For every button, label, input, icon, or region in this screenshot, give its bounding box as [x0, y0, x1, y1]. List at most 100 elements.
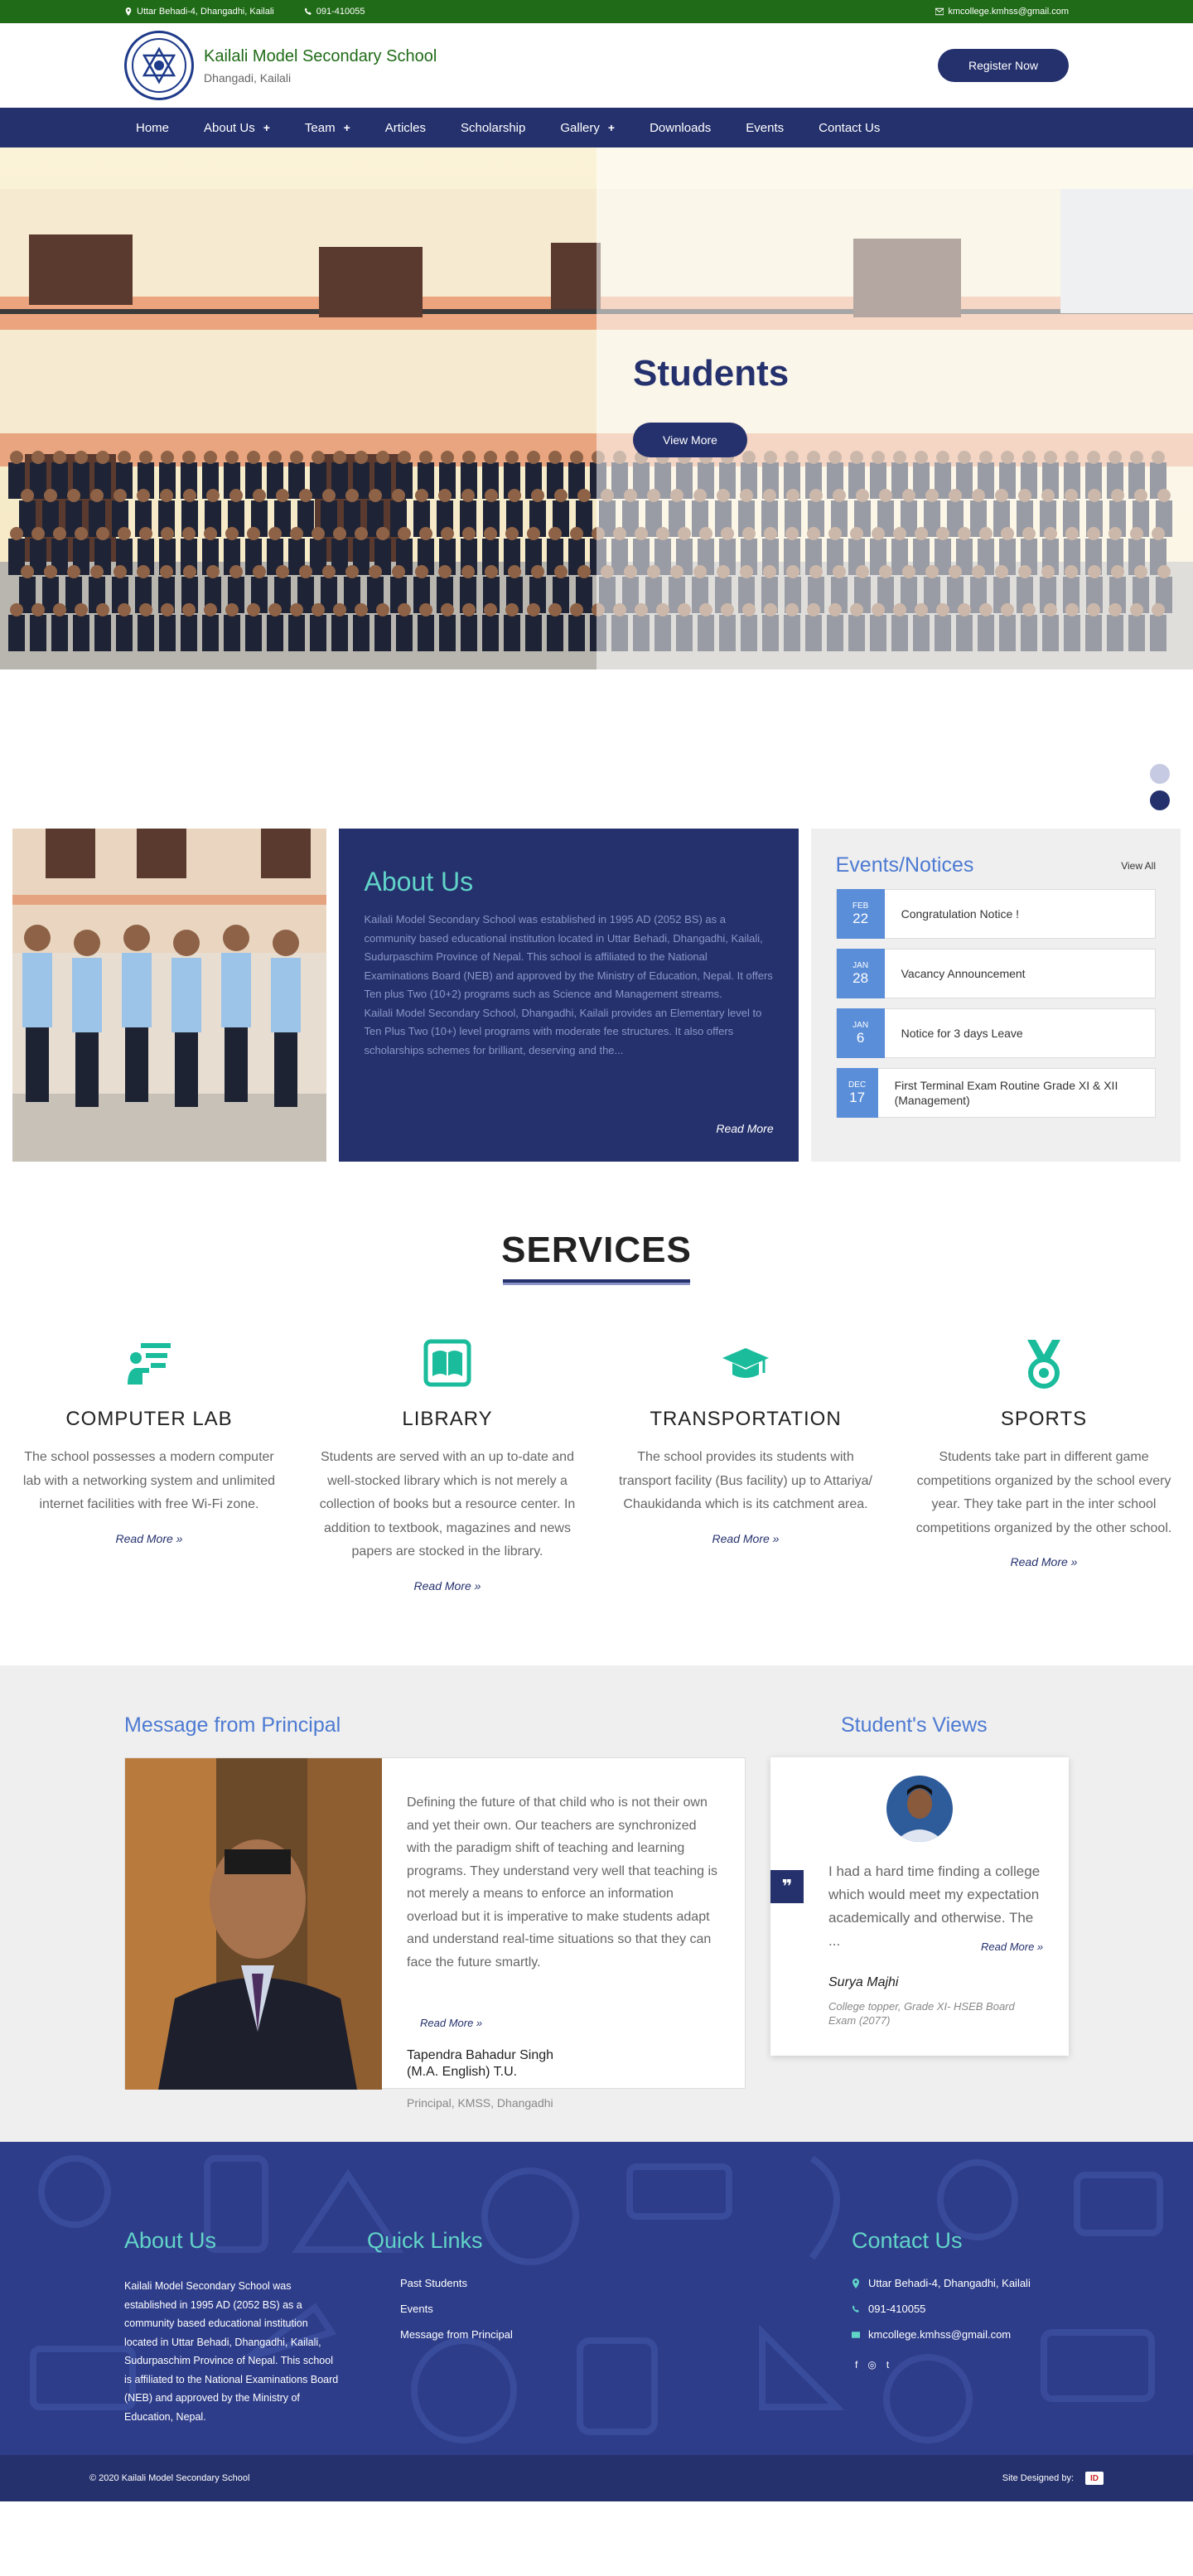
about-read-more-link[interactable]: Read More	[716, 1122, 773, 1135]
site-footer: About Us Kailali Model Secondary School …	[0, 2142, 1193, 2501]
student-view-read-more-link[interactable]: Read More »	[981, 1940, 1043, 1953]
event-date: FEB 22	[836, 889, 885, 939]
nav-item-articles[interactable]: Articles	[368, 121, 443, 135]
principal-card: Defining the future of that child who is…	[124, 1757, 746, 2110]
twitter-icon[interactable]: t	[886, 2359, 889, 2371]
principal-heading: Message from Principal	[124, 1713, 341, 1737]
library-icon	[315, 1335, 580, 1391]
facebook-icon[interactable]: f	[855, 2359, 857, 2371]
slider-dot-2[interactable]	[1150, 790, 1170, 810]
services-underline	[503, 1279, 690, 1285]
plus-icon: +	[607, 121, 616, 134]
footer-about-title: About Us	[124, 2228, 217, 2253]
topbar-email[interactable]: kmcollege.kmhss@gmail.com	[935, 7, 1069, 17]
service-computer-lab: COMPUTER LAB The school possesses a moder…	[0, 1335, 298, 1592]
principal-photo	[125, 1758, 382, 2090]
quick-link[interactable]: Events	[400, 2303, 582, 2315]
service-description: The school possesses a modern computer l…	[22, 1450, 276, 1511]
nav-item-gallery[interactable]: Gallery +	[543, 121, 632, 135]
services-section: SERVICES COMPUTER LAB The school possesse…	[0, 1162, 1193, 1665]
event-title: Vacancy Announcement	[901, 967, 1026, 980]
quote-icon: ❞	[770, 1870, 804, 1903]
student-view-card: ❞ I had a hard time finding a college wh…	[770, 1757, 1069, 2056]
envelope-icon	[852, 2331, 860, 2338]
transportation-icon	[613, 1335, 878, 1391]
plus-icon: +	[343, 121, 350, 134]
nav-item-home[interactable]: Home	[124, 121, 186, 135]
location-pin-icon	[125, 7, 132, 16]
slider-dot-1[interactable]	[1150, 764, 1170, 784]
event-title: Notice for 3 days Leave	[901, 1027, 1023, 1040]
location-pin-icon	[852, 2278, 859, 2288]
service-read-more-link[interactable]: Read More »	[17, 1532, 282, 1545]
services-title: SERVICES	[501, 1230, 692, 1270]
footer-bottom-bar: © 2020 Kailali Model Secondary School Si…	[0, 2455, 1193, 2501]
event-month: DEC	[848, 1080, 867, 1090]
plus-icon: +	[263, 121, 270, 134]
footer-contact: Contact Us Uttar Behadi-4, Dhangadhi, Ka…	[852, 2228, 1100, 2371]
event-day: 17	[849, 1089, 866, 1105]
nav-item-downloads[interactable]: Downloads	[632, 121, 728, 135]
principal-role: Principal, KMSS, Dhangadhi	[407, 2096, 553, 2110]
service-read-more-link[interactable]: Read More »	[613, 1532, 878, 1545]
nav-item-contact-us[interactable]: Contact Us	[801, 121, 897, 135]
main-nav: Home About Us + Team + Articles Scholarship Gal…	[0, 108, 1193, 147]
event-day: 6	[856, 1029, 865, 1046]
service-description: Students are served with an up to-date a…	[319, 1450, 576, 1559]
events-title: Events/Notices	[835, 853, 974, 877]
about-us-paragraph-2: Kailali Model Secondary School, Dhangadh…	[364, 1006, 762, 1056]
school-logo[interactable]	[124, 31, 194, 100]
event-title: Congratulation Notice !	[901, 907, 1020, 921]
service-read-more-link[interactable]: Read More »	[315, 1579, 580, 1592]
site-designer: Site Designed by: ID	[1002, 2472, 1104, 2485]
service-description: The school provides its students with tr…	[619, 1450, 872, 1511]
nav-item-team[interactable]: Team +	[287, 121, 368, 135]
avatar	[886, 1776, 953, 1842]
event-item[interactable]: FEB 22 Congratulation Notice !	[835, 889, 1157, 939]
quick-link[interactable]: Message from Principal	[400, 2328, 582, 2341]
footer-phone[interactable]: 091-410055	[852, 2303, 1100, 2315]
about-students-photo	[12, 829, 327, 1162]
event-date: JAN 6	[836, 1008, 885, 1058]
designer-logo[interactable]: ID	[1085, 2472, 1104, 2485]
footer-about: About Us Kailali Model Secondary School …	[124, 2228, 340, 2426]
phone-icon	[304, 7, 312, 15]
event-month: JAN	[852, 1020, 869, 1030]
hero-title: Students	[633, 353, 790, 394]
event-date: JAN 28	[836, 949, 885, 998]
about-us-paragraph-1: Kailali Model Secondary School was estab…	[364, 913, 773, 1000]
nav-item-events[interactable]: Events	[728, 121, 801, 135]
school-name[interactable]: Kailali Model Secondary School	[204, 47, 437, 66]
student-role: College topper, Grade XI- HSEB Board Exa…	[828, 2000, 1015, 2027]
footer-address: Uttar Behadi-4, Dhangadhi, Kailali	[852, 2277, 1100, 2289]
student-view-text: I had a hard time finding a college whic…	[828, 1863, 1041, 1949]
register-now-button[interactable]: Register Now	[938, 49, 1069, 82]
service-read-more-link[interactable]: Read More »	[911, 1555, 1176, 1568]
about-us-panel: About Us Kailali Model Secondary School …	[339, 829, 799, 1162]
event-date: DEC 17	[836, 1068, 878, 1118]
view-all-link[interactable]: View All	[1121, 860, 1156, 872]
nav-item-scholarship[interactable]: Scholarship	[443, 121, 543, 135]
topbar-phone[interactable]: 091-410055	[304, 7, 365, 17]
event-item[interactable]: JAN 28 Vacancy Announcement	[835, 949, 1157, 998]
instagram-icon[interactable]: ◎	[867, 2359, 876, 2371]
event-item[interactable]: DEC 17 First Terminal Exam Routine Grade X…	[835, 1068, 1157, 1118]
service-title: TRANSPORTATION	[650, 1408, 842, 1430]
event-item[interactable]: JAN 6 Notice for 3 days Leave	[835, 1008, 1157, 1058]
top-bar: Uttar Behadi-4, Dhangadhi, Kailali 091-4…	[0, 0, 1193, 23]
footer-about-text: Kailali Model Secondary School was estab…	[124, 2280, 339, 2423]
brand-block: Kailali Model Secondary School Dhangadi,…	[204, 47, 437, 85]
footer-email[interactable]: kmcollege.kmhss@gmail.com	[852, 2328, 1100, 2341]
event-month: FEB	[852, 901, 869, 911]
view-more-button[interactable]: View More	[633, 423, 747, 457]
principal-read-more-link[interactable]: Read More »	[420, 2017, 482, 2029]
about-events-row: About Us Kailali Model Secondary School …	[0, 829, 1193, 1162]
site-header: Kailali Model Secondary School Dhangadi,…	[0, 23, 1193, 108]
service-title: LIBRARY	[402, 1408, 493, 1430]
topbar-address: Uttar Behadi-4, Dhangadhi, Kailali	[124, 7, 274, 17]
quick-link[interactable]: Past Students	[400, 2277, 582, 2289]
nav-item-about-us[interactable]: About Us +	[186, 121, 287, 135]
student-views-heading: Student's Views	[841, 1713, 988, 1737]
phone-icon	[852, 2304, 859, 2313]
footer-quick-links: Quick Links Past Students Events Message f…	[367, 2228, 582, 2354]
